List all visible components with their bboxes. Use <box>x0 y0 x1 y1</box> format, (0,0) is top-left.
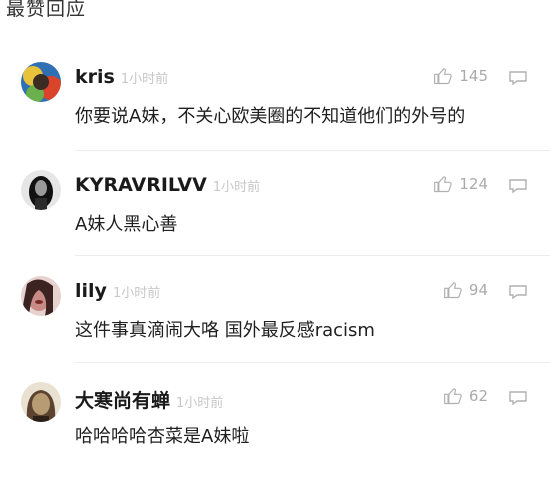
avatar-image-icon <box>21 170 61 210</box>
avatar[interactable] <box>21 382 61 422</box>
timestamp: 1小时前 <box>212 180 261 195</box>
comment-item: 大寒尚有蝉 1小时前 62 哈哈哈哈杏菜是A妹啦 <box>0 382 550 494</box>
username[interactable]: KYRAVRILVV 1小时前 <box>75 174 260 196</box>
comment-item: kris 1小时前 145 你要说A妹，不关心欧美圈的不知道他们的外号的 <box>0 62 550 174</box>
thumbs-up-icon <box>434 68 453 85</box>
comment-item: KYRAVRILVV 1小时前 124 A妹人黑心善 <box>0 170 550 282</box>
timestamp: 1小时前 <box>176 396 224 411</box>
comment-text: 你要说A妹，不关心欧美圈的不知道他们的外号的 <box>75 106 466 127</box>
timestamp: 1小时前 <box>112 286 161 301</box>
reply-icon[interactable] <box>508 70 528 86</box>
avatar[interactable] <box>21 170 61 210</box>
username[interactable]: kris 1小时前 <box>75 66 168 88</box>
like-button[interactable]: 94 <box>443 280 488 300</box>
username[interactable]: lily 1小时前 <box>75 280 160 302</box>
like-count: 124 <box>459 175 488 193</box>
avatar-image-icon <box>21 276 61 316</box>
thumbs-up-icon <box>443 282 462 299</box>
reply-icon[interactable] <box>508 284 528 300</box>
divider <box>75 150 550 151</box>
thumbs-up-icon <box>443 388 462 405</box>
avatar-image-icon <box>21 62 61 102</box>
comment-text: A妹人黑心善 <box>75 214 178 235</box>
section-title: 最赞回应 <box>6 0 87 20</box>
divider <box>75 255 550 256</box>
username[interactable]: 大寒尚有蝉 1小时前 <box>75 386 223 413</box>
timestamp: 1小时前 <box>120 72 169 87</box>
like-button[interactable]: 124 <box>433 174 488 194</box>
like-button[interactable]: 145 <box>433 66 488 86</box>
comment-text: 这件事真滴闹大咯 国外最反感racism <box>75 320 375 341</box>
reply-icon[interactable] <box>508 390 528 406</box>
reply-icon[interactable] <box>508 178 528 194</box>
like-count: 145 <box>459 67 488 85</box>
thumbs-up-icon <box>434 176 453 193</box>
avatar[interactable] <box>21 276 61 316</box>
divider <box>75 362 550 363</box>
like-count: 94 <box>468 281 488 299</box>
avatar[interactable] <box>21 62 61 102</box>
comment-text: 哈哈哈哈杏菜是A妹啦 <box>75 426 250 447</box>
avatar-image-icon <box>21 382 61 422</box>
like-count: 62 <box>468 387 488 405</box>
comment-item: lily 1小时前 94 这件事真滴闹大咯 国外最反感racism <box>0 276 550 388</box>
like-button[interactable]: 62 <box>443 386 488 406</box>
